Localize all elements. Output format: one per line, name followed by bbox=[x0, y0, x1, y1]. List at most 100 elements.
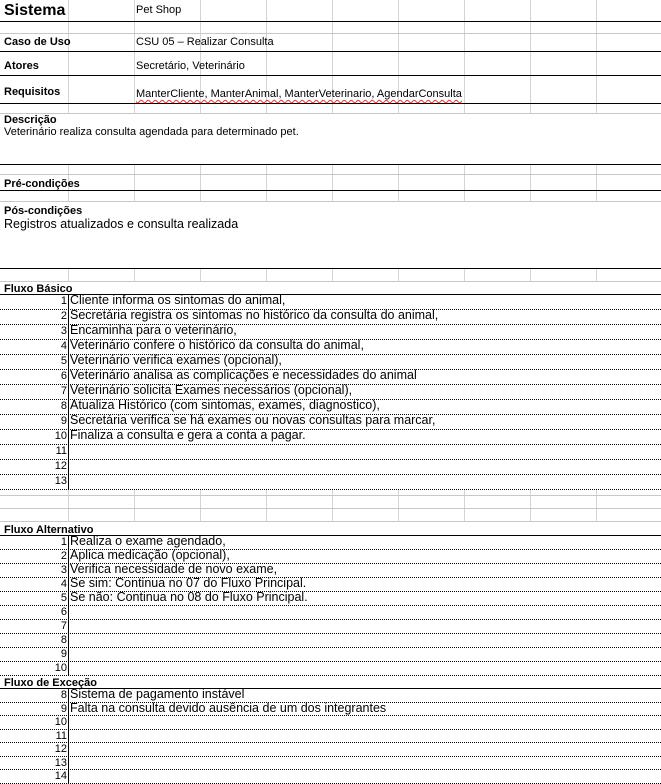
step-row: 5 Se não: Continua no 08 do Fluxo Princip… bbox=[0, 590, 661, 606]
row-atores: Atores Secretário, Veterinário bbox=[0, 52, 661, 76]
step-number: 3 bbox=[60, 325, 67, 337]
step-text: Sistema de pagamento instável bbox=[70, 687, 245, 701]
step-text: Se sim: Continua no 07 do Fluxo Principa… bbox=[70, 576, 307, 590]
step-number: 6 bbox=[60, 606, 67, 618]
step-number: 3 bbox=[60, 564, 67, 576]
step-text: Se não: Continua no 08 do Fluxo Principa… bbox=[70, 590, 308, 604]
step-number-divider bbox=[68, 400, 69, 415]
step-number: 4 bbox=[60, 340, 67, 352]
step-row: 7 bbox=[0, 620, 661, 634]
step-row: 14 bbox=[0, 770, 661, 784]
step-number-divider bbox=[68, 460, 69, 475]
row-sistema: Sistema Pet Shop bbox=[0, 0, 661, 22]
step-number: 9 bbox=[60, 702, 67, 715]
requisitos-value: ManterCliente, ManterAnimal, ManterVeter… bbox=[136, 88, 462, 100]
row-caso-de-uso: Caso de Uso CSU 05 – Realizar Consulta bbox=[0, 34, 661, 52]
spacer-row bbox=[0, 191, 661, 202]
step-row: 9 bbox=[0, 648, 661, 662]
step-text: Cliente informa os sintomas do animal, bbox=[70, 293, 286, 307]
step-text: Atualiza Histórico (com sintomas, exames… bbox=[70, 398, 380, 412]
step-text: Veterinário verifica exames (opcional), bbox=[70, 353, 282, 367]
sistema-value: Pet Shop bbox=[136, 4, 182, 16]
row-pos-condicoes: Pós-condições Registros atualizados e co… bbox=[0, 202, 661, 269]
step-number-divider bbox=[68, 340, 69, 355]
step-number-divider bbox=[68, 689, 69, 703]
step-number-divider bbox=[68, 325, 69, 340]
row-requisitos: Requisitos ManterCliente, ManterAnimal, … bbox=[0, 76, 661, 104]
step-number: 5 bbox=[60, 355, 67, 367]
step-number: 11 bbox=[55, 729, 67, 742]
step-number-divider bbox=[68, 592, 69, 606]
step-text: Veterinário analisa as complicações e ne… bbox=[70, 368, 417, 382]
step-number: 12 bbox=[54, 743, 67, 755]
atores-value: Secretário, Veterinário bbox=[136, 60, 245, 72]
step-number: 14 bbox=[54, 770, 67, 782]
spacer-row bbox=[0, 22, 661, 34]
step-row: 10 bbox=[0, 662, 661, 676]
step-number: 12 bbox=[54, 460, 67, 472]
step-row: 13 bbox=[0, 756, 661, 770]
step-number-divider bbox=[68, 662, 69, 676]
step-text: Verifica necessidade de novo exame, bbox=[70, 562, 278, 576]
step-number: 6 bbox=[60, 370, 67, 382]
step-number: 13 bbox=[54, 756, 67, 769]
step-number: 5 bbox=[60, 592, 67, 604]
step-number-divider bbox=[68, 430, 69, 445]
step-number-divider bbox=[68, 550, 69, 564]
step-row: 10 bbox=[0, 716, 661, 730]
step-number-divider bbox=[68, 355, 69, 370]
step-number: 8 bbox=[60, 634, 67, 646]
spacer-row bbox=[0, 269, 661, 282]
spacer-row bbox=[0, 104, 661, 114]
step-number-divider bbox=[68, 310, 69, 325]
step-row: 12 bbox=[0, 743, 661, 757]
step-text: Encaminha para o veterinário, bbox=[70, 323, 237, 337]
step-number-divider bbox=[68, 702, 69, 716]
spacer-row bbox=[0, 484, 661, 496]
step-number: 9 bbox=[60, 648, 67, 660]
spacer-row bbox=[0, 496, 661, 509]
atores-label: Atores bbox=[4, 60, 39, 72]
requisitos-label: Requisitos bbox=[4, 86, 61, 98]
step-number-divider bbox=[68, 634, 69, 648]
step-row: 8 bbox=[0, 634, 661, 648]
step-text: Secretária registra os sintomas no histó… bbox=[70, 308, 439, 322]
step-number: 10 bbox=[54, 662, 67, 674]
step-text: Realiza o exame agendado, bbox=[70, 534, 226, 548]
pre-condicoes-label: Pré-condições bbox=[4, 178, 80, 190]
step-number: 2 bbox=[60, 310, 67, 322]
step-text: Aplica medicação (opcional), bbox=[70, 548, 230, 562]
step-number: 7 bbox=[60, 620, 67, 632]
spacer-row bbox=[0, 165, 661, 175]
step-number-divider bbox=[68, 415, 69, 430]
step-text: Secretária verifica se há exames ou nova… bbox=[70, 413, 436, 427]
use-case-sheet: Sistema Pet Shop Caso de Uso CSU 05 – Re… bbox=[0, 0, 661, 784]
step-number-divider bbox=[68, 729, 69, 743]
step-row: 11 bbox=[0, 445, 661, 460]
step-number: 2 bbox=[60, 550, 67, 562]
pos-condicoes-value: Registros atualizados e consulta realiza… bbox=[4, 217, 239, 231]
step-number: 10 bbox=[54, 430, 67, 442]
pos-condicoes-label: Pós-condições bbox=[4, 205, 83, 217]
step-number: 8 bbox=[60, 689, 67, 701]
step-text: Veterinário solicita Exames necessários … bbox=[70, 383, 353, 397]
step-row: 11 bbox=[0, 729, 661, 743]
step-number-divider bbox=[68, 606, 69, 620]
step-number-divider bbox=[68, 370, 69, 385]
step-number-divider bbox=[68, 578, 69, 592]
step-number-divider bbox=[68, 743, 69, 757]
step-number: 7 bbox=[60, 385, 67, 397]
spacer-row bbox=[0, 509, 661, 522]
sistema-label: Sistema bbox=[4, 2, 66, 19]
step-number-divider bbox=[68, 295, 69, 310]
step-number: 4 bbox=[60, 578, 67, 590]
step-number-divider bbox=[68, 385, 69, 400]
step-number-divider bbox=[68, 770, 69, 784]
row-descricao: Descrição Veterinário realiza consulta a… bbox=[0, 114, 661, 165]
step-number: 8 bbox=[60, 400, 67, 412]
step-number: 1 bbox=[60, 536, 67, 548]
row-pre-condicoes: Pré-condições bbox=[0, 175, 661, 191]
step-row: 6 bbox=[0, 606, 661, 620]
step-row: 12 bbox=[0, 460, 661, 475]
caso-de-uso-value: CSU 05 – Realizar Consulta bbox=[136, 36, 274, 48]
